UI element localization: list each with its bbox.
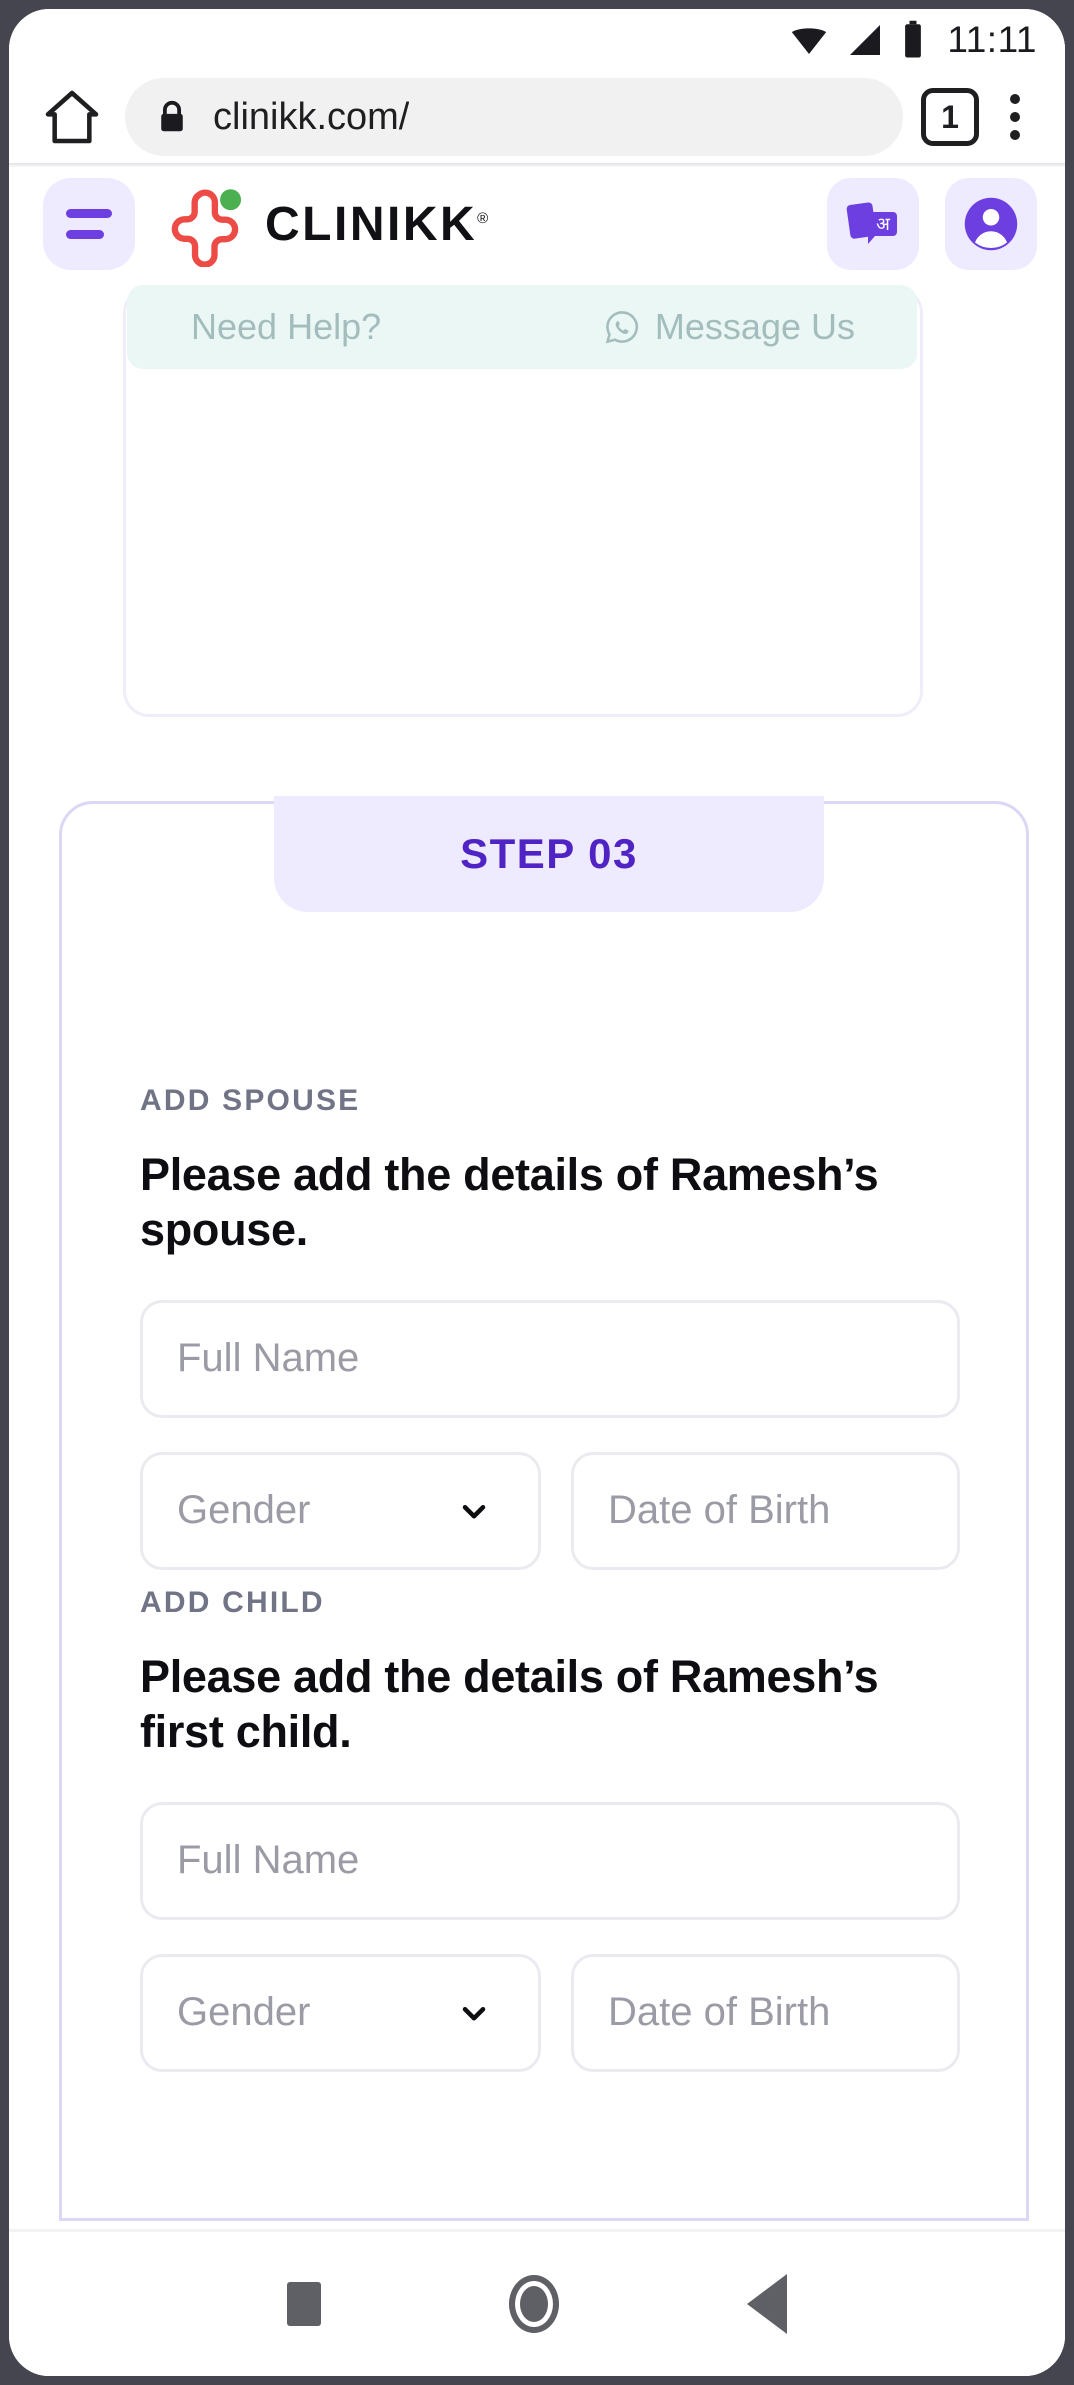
brand-name: CLINIKK® bbox=[265, 197, 488, 252]
message-us-label: Message Us bbox=[654, 306, 855, 347]
child-dob-input[interactable]: Date of Birth bbox=[571, 1953, 960, 2072]
child-full-name-input[interactable]: Full Name bbox=[140, 1801, 960, 1920]
child-dob-placeholder: Date of Birth bbox=[608, 1990, 831, 2035]
whatsapp-icon bbox=[605, 311, 638, 344]
language-translate-icon[interactable]: க अ bbox=[827, 178, 919, 270]
home-icon[interactable] bbox=[33, 78, 111, 156]
spouse-gender-dob-row: Gender Date of Birth bbox=[140, 1451, 960, 1570]
circle-home-icon[interactable] bbox=[509, 2275, 559, 2333]
add-spouse-section: ADD SPOUSE Please add the details of Ram… bbox=[140, 1084, 960, 1570]
step-tab-label: STEP 03 bbox=[460, 830, 638, 877]
tab-count-label: 1 bbox=[941, 99, 959, 135]
spouse-full-name-input[interactable]: Full Name bbox=[140, 1299, 960, 1418]
status-bar: 11:11 bbox=[9, 9, 1065, 71]
lock-icon bbox=[161, 100, 183, 132]
header-actions: க अ bbox=[827, 178, 1037, 270]
add-child-kicker: ADD CHILD bbox=[140, 1586, 325, 1619]
add-spouse-kicker: ADD SPOUSE bbox=[140, 1084, 361, 1117]
wifi-icon bbox=[792, 28, 827, 54]
child-full-name-placeholder: Full Name bbox=[177, 1838, 360, 1883]
add-child-heading: Please add the details of Ramesh’s first… bbox=[140, 1651, 879, 1757]
hamburger-menu-icon[interactable] bbox=[43, 178, 135, 270]
need-help-label: Need Help? bbox=[191, 306, 382, 347]
cellular-signal-icon bbox=[850, 25, 881, 55]
site-header: CLINIKK® க अ bbox=[9, 167, 1065, 281]
spouse-dob-placeholder: Date of Birth bbox=[608, 1488, 831, 1533]
chevron-down-icon bbox=[462, 2006, 486, 2021]
battery-icon bbox=[905, 20, 922, 58]
child-gender-placeholder: Gender bbox=[177, 1990, 311, 2035]
home-inner-dot bbox=[520, 2286, 548, 2322]
square-recents-icon[interactable] bbox=[287, 2282, 321, 2326]
brand-trademark: ® bbox=[477, 209, 489, 227]
url-text: clinikk.com/ bbox=[213, 95, 410, 138]
add-spouse-heading: Please add the details of Ramesh’s spous… bbox=[140, 1149, 879, 1255]
android-nav-bar bbox=[9, 2229, 1065, 2376]
child-gender-select[interactable]: Gender bbox=[140, 1953, 541, 2072]
hamburger-bar-top bbox=[66, 209, 112, 218]
add-child-section: ADD CHILD Please add the details of Rame… bbox=[140, 1586, 960, 2072]
brand-name-text: CLINIKK bbox=[265, 197, 478, 251]
phone-frame: 11:11 clinikk.com/ 1 Need Help? Message … bbox=[0, 0, 1074, 2385]
spouse-gender-select[interactable]: Gender bbox=[140, 1451, 541, 1570]
clinikk-logo-icon bbox=[171, 189, 242, 267]
browser-toolbar: clinikk.com/ 1 bbox=[9, 71, 1065, 163]
triangle-back-icon[interactable] bbox=[747, 2274, 787, 2334]
message-us-button[interactable]: Message Us bbox=[603, 306, 855, 348]
step-card: STEP 03 ADD SPOUSE Please add the detail… bbox=[59, 796, 1029, 2221]
hamburger-bar-bottom bbox=[66, 230, 104, 239]
user-account-icon[interactable] bbox=[945, 178, 1037, 270]
child-gender-dob-row: Gender Date of Birth bbox=[140, 1953, 960, 2072]
phone-screen: 11:11 clinikk.com/ 1 Need Help? Message … bbox=[9, 9, 1065, 2376]
status-bar-clock: 11:11 bbox=[947, 19, 1037, 60]
brand-logo[interactable]: CLINIKK® bbox=[171, 181, 827, 267]
svg-text:अ: अ bbox=[876, 214, 891, 234]
help-strip: Need Help? Message Us bbox=[127, 285, 917, 369]
spouse-dob-input[interactable]: Date of Birth bbox=[571, 1451, 960, 1570]
overflow-menu-icon[interactable] bbox=[987, 78, 1043, 156]
step-tab: STEP 03 bbox=[274, 796, 824, 912]
web-page-viewport: Need Help? Message Us CLINIKK® अ STEP 03… bbox=[9, 167, 1065, 2227]
spouse-full-name-placeholder: Full Name bbox=[177, 1336, 360, 1381]
address-bar[interactable]: clinikk.com/ bbox=[125, 78, 903, 156]
spouse-gender-placeholder: Gender bbox=[177, 1488, 311, 1533]
tab-switcher-button[interactable]: 1 bbox=[921, 88, 979, 146]
chevron-down-icon bbox=[462, 1504, 486, 1519]
